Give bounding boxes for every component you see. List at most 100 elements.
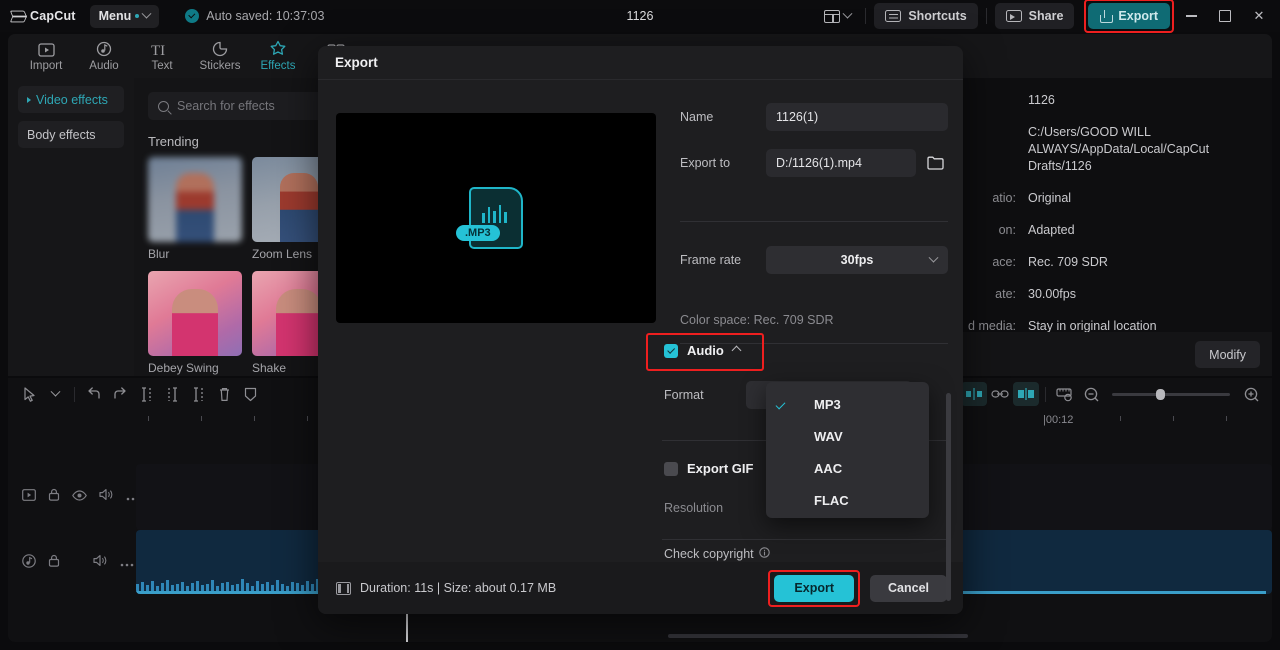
audio-section-highlight xyxy=(646,333,764,371)
frame-rate-row: Frame rate 30fps xyxy=(680,246,948,274)
menu-button[interactable]: Menu xyxy=(89,4,160,28)
volume-icon[interactable] xyxy=(99,488,114,506)
cancel-button[interactable]: Cancel xyxy=(870,574,947,602)
chevron-down-icon[interactable] xyxy=(42,382,68,406)
layout-button[interactable] xyxy=(818,4,857,28)
mirror-icon[interactable] xyxy=(1013,382,1039,406)
export-to-row: Export to D:/1126(1).mp4 xyxy=(680,149,948,177)
track-header-audio xyxy=(8,530,134,596)
dialog-footer: Duration: 11s | Size: about 0.17 MB Expo… xyxy=(318,562,963,614)
effect-item[interactable]: Blur xyxy=(148,157,242,261)
tab-text[interactable]: TI Text xyxy=(134,40,190,72)
frame-rate-label: Frame rate xyxy=(680,253,742,267)
shortcuts-button[interactable]: Shortcuts xyxy=(874,3,978,29)
trim-left-icon[interactable] xyxy=(159,382,185,406)
audio-icon[interactable] xyxy=(22,553,36,573)
ruler-icon[interactable] xyxy=(1052,382,1078,406)
app-name: CapCut xyxy=(30,9,76,23)
frame-rate-select[interactable]: 30fps xyxy=(766,246,948,274)
link-icon[interactable] xyxy=(987,382,1013,406)
share-icon xyxy=(1005,9,1022,23)
tab-effects[interactable]: Effects xyxy=(250,40,306,72)
info-value: Rec. 709 SDR xyxy=(1028,255,1108,269)
zoom-in-icon[interactable] xyxy=(1238,382,1264,406)
info-icon[interactable] xyxy=(758,547,770,561)
close-button[interactable]: ✕ xyxy=(1242,0,1276,32)
info-row: 1126 xyxy=(936,92,1272,109)
check-icon xyxy=(775,399,786,409)
waveform-bars-icon xyxy=(482,205,507,223)
export-button-highlight: Export xyxy=(1084,0,1174,33)
check-copyright-label: Check copyright xyxy=(664,547,754,561)
dialog-scrollbar[interactable] xyxy=(946,393,951,601)
category-video-effects[interactable]: Video effects xyxy=(18,86,124,113)
export-preview: .MP3 xyxy=(336,113,656,323)
video-icon[interactable] xyxy=(22,488,36,506)
category-body-effects[interactable]: Body effects xyxy=(18,121,124,148)
trim-right-icon[interactable] xyxy=(185,382,211,406)
share-label: Share xyxy=(1028,9,1064,23)
tab-label: Effects xyxy=(260,60,296,72)
maximize-button[interactable] xyxy=(1208,0,1242,32)
info-row: atio: Original xyxy=(936,190,1272,207)
export-confirm-button[interactable]: Export xyxy=(774,574,854,602)
freeze-icon[interactable] xyxy=(237,382,263,406)
lock-icon[interactable] xyxy=(48,488,60,506)
zoom-slider-handle[interactable] xyxy=(1156,388,1165,400)
zoom-slider[interactable] xyxy=(1112,388,1230,400)
share-button[interactable]: Share xyxy=(994,3,1075,29)
divider xyxy=(662,539,946,540)
color-space-info: Color space: Rec. 709 SDR xyxy=(680,313,834,327)
keyframe-icon[interactable] xyxy=(961,382,987,406)
format-option-aac[interactable]: AAC xyxy=(766,452,929,484)
minimize-button[interactable] xyxy=(1174,0,1208,32)
category-label: Video effects xyxy=(36,92,108,107)
modify-button[interactable]: Modify xyxy=(1195,341,1260,368)
lock-icon[interactable] xyxy=(48,554,60,572)
undo-icon[interactable] xyxy=(81,382,107,406)
effect-item[interactable]: Debey Swing xyxy=(148,271,242,375)
delete-icon[interactable] xyxy=(211,382,237,406)
timeline-horizontal-scrollbar[interactable] xyxy=(668,634,968,638)
divider xyxy=(680,221,948,222)
format-option-flac[interactable]: FLAC xyxy=(766,484,929,516)
info-value: 1126 xyxy=(1028,93,1055,107)
category-label: Body effects xyxy=(27,127,96,142)
cancel-label: Cancel xyxy=(888,581,929,595)
tab-audio[interactable]: Audio xyxy=(76,40,132,72)
mp3-badge-label: .MP3 xyxy=(456,225,500,241)
close-icon: ✕ xyxy=(1253,8,1265,23)
export-to-input[interactable]: D:/1126(1).mp4 xyxy=(766,149,916,177)
more-icon[interactable] xyxy=(120,554,134,572)
redo-icon[interactable] xyxy=(107,382,133,406)
name-input[interactable]: 1126(1) xyxy=(766,103,948,131)
import-icon xyxy=(37,40,55,57)
format-option-mp3[interactable]: MP3 xyxy=(766,388,929,420)
frame-rate-section: Frame rate 30fps xyxy=(680,246,948,292)
tab-import[interactable]: Import xyxy=(18,40,74,72)
zoom-out-icon[interactable] xyxy=(1078,382,1104,406)
export-button[interactable]: Export xyxy=(1088,3,1170,29)
chevron-down-icon xyxy=(928,252,939,263)
keyboard-icon xyxy=(885,10,902,22)
format-option-wav[interactable]: WAV xyxy=(766,420,929,452)
text-icon: TI xyxy=(151,40,173,57)
tab-label: Import xyxy=(29,60,63,72)
format-dropdown-menu[interactable]: MP3 WAV AAC FLAC xyxy=(766,382,929,518)
split-icon[interactable] xyxy=(133,382,159,406)
shortcuts-label: Shortcuts xyxy=(908,9,967,23)
volume-icon[interactable] xyxy=(93,554,108,572)
select-cursor-icon[interactable] xyxy=(16,382,42,406)
effects-category-rail: Video effects Body effects xyxy=(8,78,134,376)
export-gif-checkbox[interactable] xyxy=(664,461,678,476)
eye-icon[interactable] xyxy=(72,488,87,506)
name-row: Name 1126(1) xyxy=(680,103,948,131)
folder-icon xyxy=(926,156,944,170)
app-logo: CapCut xyxy=(10,9,76,23)
titlebar-right-controls: Shortcuts Share Export ✕ xyxy=(818,0,1280,33)
info-value: Adapted xyxy=(1028,223,1075,237)
tab-stickers[interactable]: Stickers xyxy=(192,40,248,72)
folder-browse-button[interactable] xyxy=(922,150,948,176)
autosave-status: Auto saved: 10:37:03 xyxy=(185,9,324,23)
audio-icon xyxy=(96,40,112,57)
